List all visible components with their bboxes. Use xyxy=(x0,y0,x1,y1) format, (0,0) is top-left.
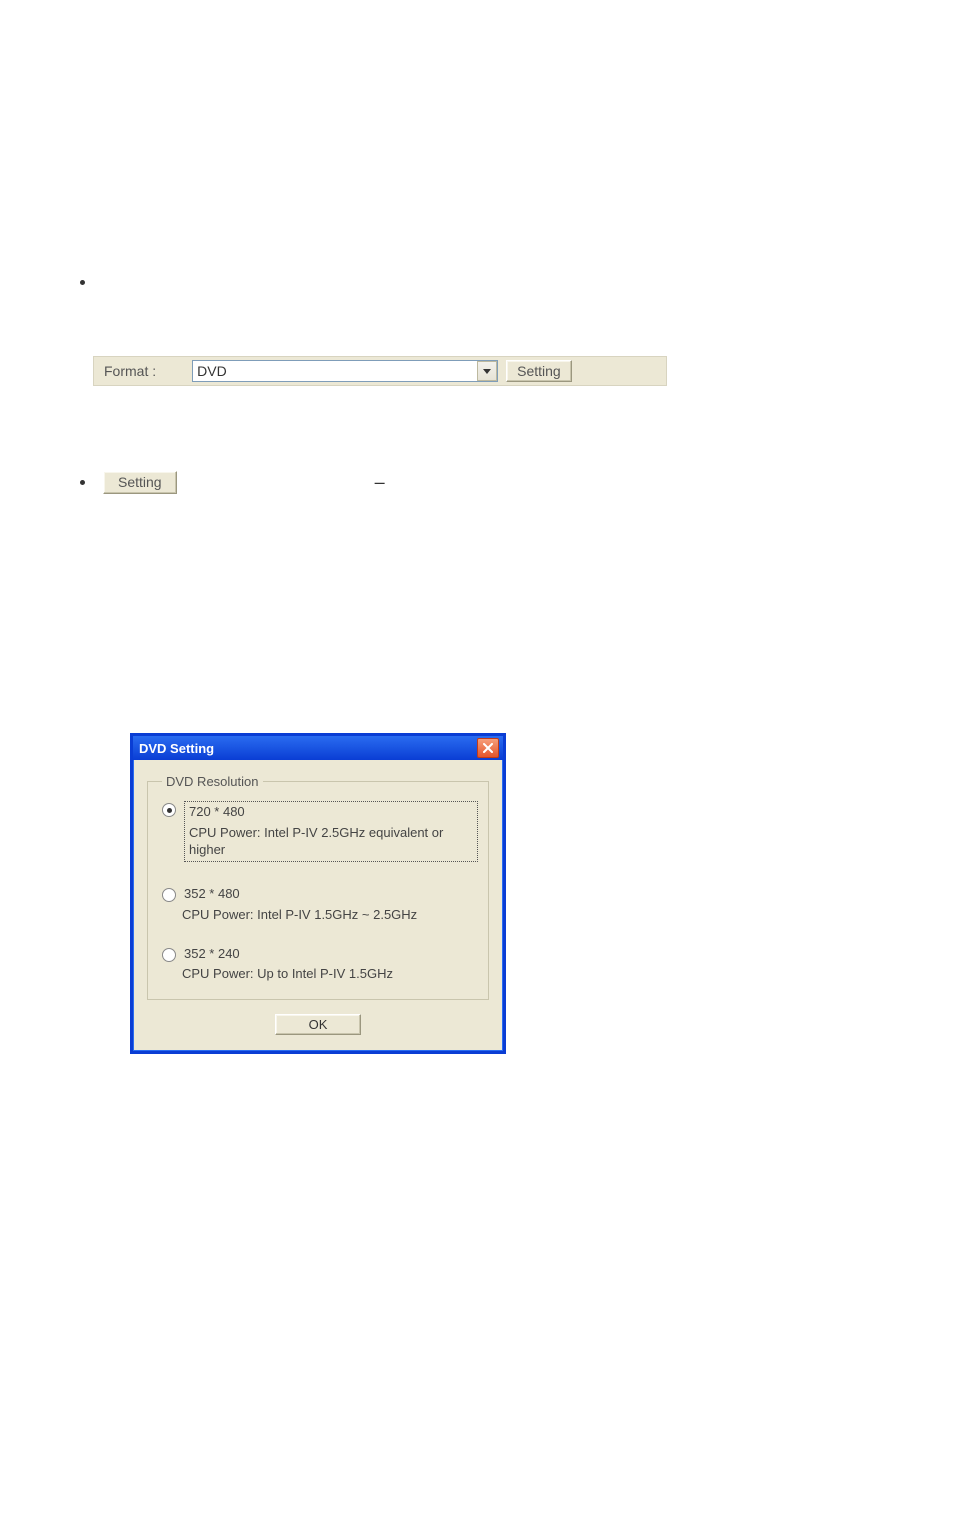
setting-line: Setting – xyxy=(80,471,874,494)
format-select-value: DVD xyxy=(197,363,227,379)
setting-button-inline[interactable]: Setting xyxy=(506,360,572,383)
close-icon xyxy=(483,740,493,756)
group-legend: DVD Resolution xyxy=(162,774,263,789)
resolution-option: 352 * 240 CPU Power: Up to Intel P-IV 1.… xyxy=(162,946,478,982)
radio-label: 352 * 240 xyxy=(184,946,478,963)
dialog-titlebar: DVD Setting xyxy=(133,736,503,760)
format-strip: Format : DVD Setting xyxy=(93,356,667,386)
radio-label: 352 * 480 xyxy=(184,886,478,903)
radio-desc: CPU Power: Intel P-IV 1.5GHz ~ 2.5GHz xyxy=(182,907,478,922)
selected-focus-box: 720 * 480 CPU Power: Intel P-IV 2.5GHz e… xyxy=(184,801,478,862)
chevron-down-icon[interactable] xyxy=(477,361,497,381)
format-select[interactable]: DVD xyxy=(192,360,498,382)
bullet-icon xyxy=(80,280,85,285)
radio-desc: CPU Power: Intel P-IV 2.5GHz equivalent … xyxy=(189,825,473,859)
dialog-body: DVD Resolution 720 * 480 CPU Power: Inte… xyxy=(133,760,503,1051)
dialog-title: DVD Setting xyxy=(139,741,214,756)
format-label: Format : xyxy=(104,363,156,379)
radio-desc: CPU Power: Up to Intel P-IV 1.5GHz xyxy=(182,966,478,981)
dvd-setting-dialog: DVD Setting DVD Resolution xyxy=(130,733,506,1054)
ok-button[interactable]: OK xyxy=(275,1014,361,1035)
close-button[interactable] xyxy=(477,738,499,758)
radio-352x240[interactable] xyxy=(162,948,176,962)
radio-label: 720 * 480 xyxy=(189,804,473,821)
resolution-option: 720 * 480 CPU Power: Intel P-IV 2.5GHz e… xyxy=(162,801,478,862)
setting-button-standalone[interactable]: Setting xyxy=(103,471,177,494)
format-line: Format : DVD Setting xyxy=(80,178,874,386)
dvd-resolution-group: DVD Resolution 720 * 480 CPU Power: Inte… xyxy=(147,774,489,1000)
resolution-option: 352 * 480 CPU Power: Intel P-IV 1.5GHz ~… xyxy=(162,886,478,922)
dash-separator: – xyxy=(375,472,385,493)
radio-352x480[interactable] xyxy=(162,888,176,902)
radio-720x480[interactable] xyxy=(162,803,176,817)
bullet-icon xyxy=(80,480,85,485)
